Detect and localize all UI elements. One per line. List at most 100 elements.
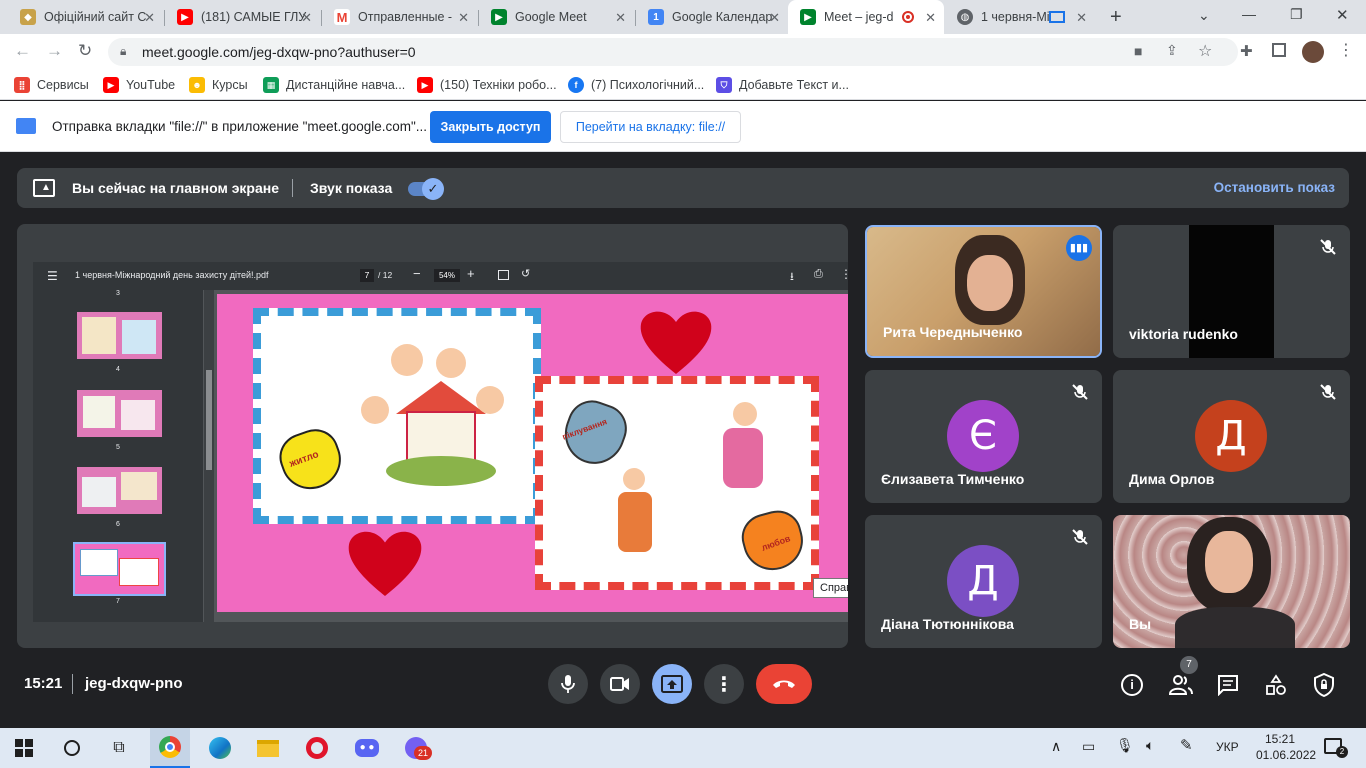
more-options-button[interactable]: ⋮ [704,664,744,704]
more-icon[interactable]: ⋮ [840,267,848,281]
taskbar-explorer[interactable] [254,734,282,762]
taskbar-viber[interactable]: 21 [402,734,432,762]
share-icon[interactable]: ⇪ [1166,42,1178,59]
tab-google-meet[interactable]: ▶ Google Meet ✕ [479,0,634,34]
close-icon[interactable]: ✕ [1076,10,1087,26]
side-panel-icon[interactable] [1272,43,1286,57]
bookmark-apps[interactable]: ⣿ Сервисы [14,77,89,93]
back-button[interactable]: ← [14,41,31,61]
globe-icon: ◍ [957,9,973,25]
meeting-details-button[interactable]: i [1121,674,1143,696]
camera-button[interactable] [600,664,640,704]
activities-icon [1266,674,1286,695]
participant-tile-rita[interactable]: ▮▮▮ Рита Чередныченко [865,225,1102,358]
rotate-icon[interactable]: ↺ [521,267,530,280]
participant-tile-elizaveta[interactable]: Є Єлизавета Тимченко [865,370,1102,503]
tab-search-icon[interactable]: ⌄ [1198,7,1210,24]
taskbar-chrome[interactable] [150,728,190,768]
people-button[interactable]: 7 [1168,656,1198,696]
participant-name: Рита Чередныченко [883,324,1023,340]
bookmark-facebook[interactable]: f (7) Психологічний... [568,77,704,93]
thumbnail-page-7-selected[interactable] [73,542,166,596]
participant-tile-self[interactable]: Вы [1113,515,1350,648]
taskbar-edge[interactable] [206,734,234,762]
close-icon[interactable]: ✕ [769,10,780,26]
participant-tile-viktoria[interactable]: viktoria rudenko [1113,225,1350,358]
microphone-button[interactable] [548,664,588,704]
bookmark-star-icon[interactable]: ☆ [1198,41,1212,61]
omnibox[interactable]: 🔒︎ meet.google.com/jeg-dxqw-pno?authuser… [108,38,1238,66]
print-icon[interactable]: ⎙ [814,268,823,281]
tab-meet-active[interactable]: ▶ Meet – jeg-d ✕ [788,0,944,34]
bookmark-courses[interactable]: ☻ Курсы [189,77,248,93]
taskbar-discord[interactable]: ● ● [353,734,381,762]
share-infobar: Отправка вкладки "file://" в приложение … [0,101,1366,152]
close-icon[interactable]: ✕ [615,10,626,26]
end-call-button[interactable] [756,664,812,704]
close-icon[interactable]: ✕ [925,10,936,26]
participant-tile-diana[interactable]: Д Діана Тютюннікова [865,515,1102,648]
participant-tile-dima[interactable]: Д Дима Орлов [1113,370,1350,503]
camera-icon[interactable]: ■ [1134,43,1142,59]
audio-share-toggle[interactable]: ✓ [408,178,444,200]
pen-icon[interactable]: ✎ [1180,736,1193,754]
host-controls-button[interactable] [1313,672,1335,698]
window-close-button[interactable]: ✕ [1336,6,1349,24]
apps-icon: ⣿ [14,77,30,93]
fit-page-icon[interactable] [498,270,509,280]
tray-overflow-icon[interactable]: ∧ [1051,738,1061,755]
battery-icon[interactable]: ▭ [1082,738,1095,755]
presentation-stage: ☰ 1 червня-Міжнародний день захисту діте… [17,224,848,648]
pdf-page-input[interactable]: 7 [360,269,374,282]
tab-gmail[interactable]: M Отправленные - ✕ [322,0,477,34]
extensions-icon[interactable]: ✚ [1240,42,1253,60]
mic-tray-icon[interactable]: 🎙︎ [1116,737,1134,754]
tab-pdf[interactable]: ◍ 1 червня-Мі ✕ [945,0,1095,34]
edge-icon [209,737,231,759]
bookmark-youtube[interactable]: ▶ YouTube [103,77,175,93]
thumbnail-page-6[interactable] [77,467,162,514]
volume-icon[interactable]: 🔈︎ [1146,737,1154,754]
forward-button[interactable]: → [46,41,63,61]
tab-school[interactable]: ◆ Офіційний сайт С ✕ [8,0,163,34]
goto-tab-button[interactable]: Перейти на вкладку: file:// [560,111,741,143]
reload-button[interactable]: ↻ [78,41,92,61]
clock-date[interactable]: 01.06.2022 [1256,748,1316,762]
present-now-button[interactable] [652,664,692,704]
bookmark-add-text[interactable]: ⛉ Добавьте Текст и... [716,77,849,93]
thumbnail-scrollbar[interactable] [204,290,214,622]
bookmark-techniques[interactable]: ▶ (150) Техніки робо... [417,77,557,93]
chat-button[interactable] [1217,674,1239,697]
thumbnail-page-5[interactable] [77,390,162,437]
zoom-in-icon[interactable]: + [467,266,475,281]
activities-button[interactable] [1265,674,1287,696]
stop-presenting-button[interactable]: Остановить показ [1214,180,1335,195]
bookmark-distance[interactable]: ▦ Дистанційне навча... [263,77,405,93]
download-icon[interactable]: ⭳ [790,268,794,287]
language-indicator[interactable]: УКР [1216,740,1239,754]
thumbnail-page-4[interactable] [77,312,162,359]
url-text[interactable]: meet.google.com/jeg-dxqw-pno?authuser=0 [142,44,416,60]
close-icon[interactable]: ✕ [458,10,469,26]
restore-button[interactable]: ❐ [1290,6,1303,23]
notification-center-icon[interactable]: 2 [1324,738,1348,758]
search-button[interactable] [58,734,86,762]
minimize-button[interactable]: — [1242,6,1256,22]
tab-youtube[interactable]: ▶ (181) САМЫЕ ГЛУ ✕ [165,0,320,34]
close-access-button[interactable]: Закрыть доступ [430,111,551,143]
taskbar-opera[interactable] [303,734,331,762]
pdf-menu-icon[interactable]: ☰ [47,269,58,283]
zoom-out-icon[interactable]: − [413,266,421,281]
close-icon[interactable]: ✕ [144,10,155,26]
clock-time[interactable]: 15:21 [1265,732,1295,746]
pdf-zoom-input[interactable]: 54% [434,269,460,282]
tab-calendar[interactable]: 1 Google Календар ✕ [636,0,788,34]
people-count-badge: 7 [1180,656,1198,674]
start-button[interactable] [10,734,38,762]
profile-avatar[interactable] [1302,41,1324,63]
check-icon: ✓ [422,178,444,200]
task-view-button[interactable]: ⧉ [105,734,133,762]
new-tab-button[interactable]: + [1110,6,1122,29]
menu-icon[interactable]: ⋮ [1338,40,1354,60]
close-icon[interactable]: ✕ [301,10,312,26]
